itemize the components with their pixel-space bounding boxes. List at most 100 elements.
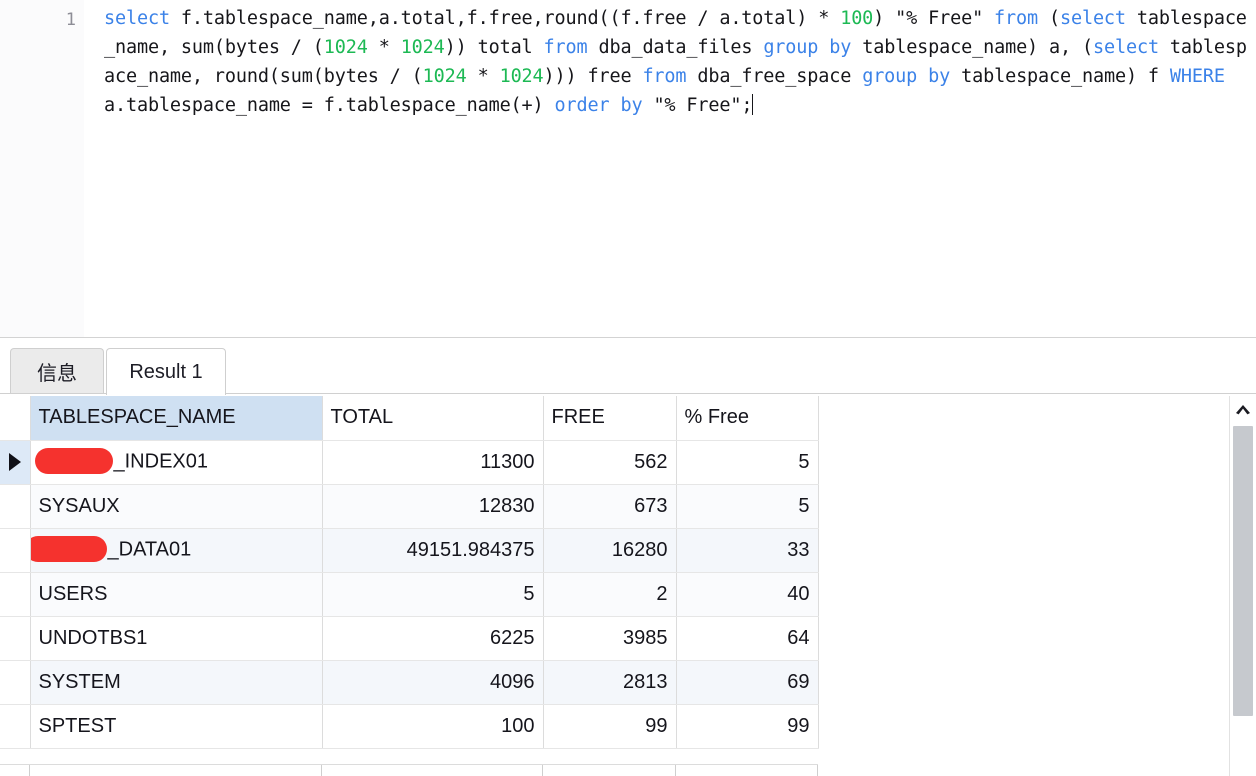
cell-pct-free-text: 99 (787, 714, 810, 737)
sql-token-num: 1024 (499, 66, 544, 87)
cell-tablespace-name[interactable]: UNDOTBS1 (30, 616, 323, 661)
sql-token-plain: * (367, 37, 401, 58)
sql-token-kw: by (829, 37, 852, 58)
row-selector-cell[interactable] (0, 484, 31, 529)
tab-result-1[interactable]: Result 1 (106, 348, 226, 395)
cell-pct-free[interactable]: 33 (676, 528, 819, 573)
cell-pct-free[interactable]: 69 (676, 660, 819, 705)
table-row[interactable]: SYSAUX 12830 673 5 (0, 484, 819, 529)
cell-free[interactable]: 3985 (543, 616, 677, 661)
sql-token-kw: from (642, 66, 687, 87)
result-tab-strip: 信息 Result 1 (0, 344, 1256, 395)
sql-token-kw: select (1093, 37, 1159, 58)
cell-tablespace-name-text: _INDEX01 (113, 450, 209, 473)
cell-total[interactable]: 5 (322, 572, 544, 617)
vertical-scrollbar[interactable] (1229, 396, 1256, 776)
row-selector-cell[interactable] (0, 660, 31, 705)
sql-token-kw: select (1059, 8, 1126, 29)
table-row[interactable]: USERS 5 2 40 (0, 572, 819, 617)
cell-tablespace-name[interactable]: SPTEST (30, 704, 323, 749)
cell-pct-free[interactable]: 5 (676, 440, 819, 485)
sql-token-plain: tablespace_name) a, ( (851, 37, 1093, 58)
redaction-mark (34, 448, 113, 474)
cell-pct-free[interactable]: 64 (676, 616, 819, 661)
cell-pct-free[interactable]: 40 (676, 572, 819, 617)
cell-total-text: 49151.984375 (406, 538, 535, 561)
cell-free[interactable]: 562 (543, 440, 677, 485)
column-header-tablespace-name[interactable]: TABLESPACE_NAME (30, 396, 323, 441)
sql-token-plain: f.tablespace_name,a.total,f.free,round((… (169, 8, 841, 29)
row-selector-cell[interactable] (0, 528, 31, 573)
cell-total[interactable]: 4096 (322, 660, 544, 705)
row-selector-cell[interactable] (0, 440, 31, 485)
row-selector-cell[interactable] (0, 572, 31, 617)
result-grid-wrapper: TABLESPACE_NAME TOTAL FREE % Free _INDEX… (0, 396, 1256, 776)
sql-token-plain: ) "% Free" (873, 8, 995, 29)
table-row[interactable]: _INDEX01 11300 562 5 (0, 440, 819, 485)
table-row[interactable]: UNDOTBS1 6225 3985 64 (0, 616, 819, 661)
text-caret (752, 94, 754, 115)
cell-tablespace-name-text: _DATA01 (107, 538, 192, 561)
result-grid: TABLESPACE_NAME TOTAL FREE % Free _INDEX… (0, 396, 819, 749)
table-row[interactable]: _DATA01 49151.984375 16280 33 (0, 528, 819, 573)
sql-token-kw: WHERE (1169, 66, 1225, 87)
cell-free[interactable]: 673 (543, 484, 677, 529)
tab-info[interactable]: 信息 (10, 348, 104, 394)
sql-token-kw: from (543, 37, 588, 58)
redaction-mark (30, 536, 107, 562)
sql-token-kw: from (994, 8, 1038, 29)
column-header-total[interactable]: TOTAL (322, 396, 544, 441)
cell-free[interactable]: 99 (543, 704, 677, 749)
tab-result-1-label: Result 1 (129, 360, 203, 383)
sql-token-num: 1024 (323, 37, 368, 58)
cell-tablespace-name[interactable]: SYSAUX (30, 484, 323, 529)
sql-token-plain (818, 37, 829, 58)
cell-free-text: 3985 (623, 626, 668, 649)
cell-free[interactable]: 2 (543, 572, 677, 617)
cell-total[interactable]: 11300 (322, 440, 544, 485)
sql-editor-pane[interactable]: 1 select f.tablespace_name,a.total,f.fre… (0, 0, 1256, 338)
cell-total[interactable]: 12830 (322, 484, 544, 529)
sql-token-kw: order (554, 95, 610, 116)
cell-free-text: 2813 (623, 670, 668, 693)
row-selector-cell[interactable] (0, 704, 31, 749)
cell-tablespace-name-text: USERS (38, 582, 108, 605)
sql-token-num: 100 (840, 8, 874, 29)
scrollbar-thumb[interactable] (1233, 426, 1253, 716)
cell-total[interactable]: 100 (322, 704, 544, 749)
cell-tablespace-name-text: UNDOTBS1 (38, 626, 148, 649)
sql-token-plain: * (466, 66, 500, 87)
cell-free[interactable]: 16280 (543, 528, 677, 573)
scroll-up-button[interactable] (1230, 396, 1256, 422)
line-number: 1 (65, 10, 76, 30)
column-header-free[interactable]: FREE (543, 396, 677, 441)
sql-token-plain (609, 95, 620, 116)
cell-tablespace-name[interactable]: _INDEX01 (30, 440, 323, 485)
cell-tablespace-name[interactable]: SYSTEM (30, 660, 323, 705)
chevron-up-icon (1235, 404, 1251, 415)
cell-free-text: 99 (645, 714, 668, 737)
sql-token-plain: tablespace_name) f (950, 66, 1170, 87)
cell-free-text: 562 (634, 450, 668, 473)
table-row[interactable]: SYSTEM 4096 2813 69 (0, 660, 819, 705)
cell-pct-free-text: 33 (787, 538, 810, 561)
sql-token-num: 1024 (400, 37, 445, 58)
sql-token-kw: group (763, 37, 819, 58)
cell-tablespace-name[interactable]: USERS (30, 572, 323, 617)
cell-free[interactable]: 2813 (543, 660, 677, 705)
results-pane: 信息 Result 1 TABLESPACE_NAME TOTAL FREE % (0, 339, 1256, 776)
cell-total[interactable]: 49151.984375 (322, 528, 544, 573)
cell-tablespace-name-text: SYSAUX (38, 494, 120, 517)
sql-token-plain: dba_data_files (587, 37, 764, 58)
table-row[interactable]: SPTEST 100 99 99 (0, 704, 819, 749)
column-header-pct-free[interactable]: % Free (676, 396, 819, 441)
cell-pct-free[interactable]: 99 (676, 704, 819, 749)
cell-total[interactable]: 6225 (322, 616, 544, 661)
grid-partial-row (0, 764, 818, 776)
cell-pct-free[interactable]: 5 (676, 484, 819, 529)
sql-code-text[interactable]: select f.tablespace_name,a.total,f.free,… (104, 4, 1252, 120)
cell-tablespace-name[interactable]: _DATA01 (30, 528, 323, 573)
cell-total-text: 12830 (478, 494, 535, 517)
grid-corner-cell (0, 396, 31, 441)
row-selector-cell[interactable] (0, 616, 31, 661)
